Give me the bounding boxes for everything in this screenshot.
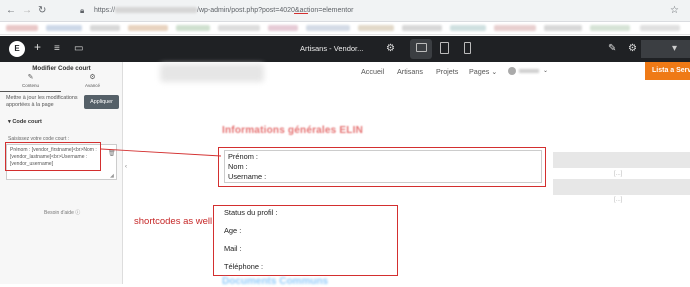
bookmark-blurred[interactable] — [450, 25, 486, 31]
tab-advanced-label: Avancé — [85, 83, 100, 88]
mobile-device-icon[interactable] — [464, 42, 471, 54]
comments-icon[interactable]: ▭ — [74, 42, 83, 56]
bookmark-blurred[interactable] — [358, 25, 394, 31]
nav-link-projets[interactable]: Projets — [436, 67, 458, 76]
url-domain-blurred — [115, 7, 198, 14]
update-notice: Mettre à jour les modifications apportée… — [6, 95, 78, 108]
tab-content-label: Contenu — [21, 83, 39, 88]
field-status: Status du profil : — [224, 208, 278, 217]
url-post-id: 4020 — [279, 7, 295, 14]
back-icon[interactable]: ← — [6, 4, 16, 18]
bookmark-blurred[interactable] — [268, 25, 298, 31]
bookmark-blurred[interactable] — [90, 25, 120, 31]
page-settings-icon[interactable]: ⚙ — [386, 42, 395, 56]
site-logo-blurred[interactable] — [160, 64, 264, 82]
help-link[interactable]: Besoin d'aide ⓘ — [44, 209, 80, 216]
cta-button[interactable]: Lista a Servic — [645, 62, 690, 80]
gear-icon: ⚙ — [89, 74, 96, 81]
address-bar[interactable]: https:///wp-admin/post.php?post=4020&act… — [94, 3, 654, 19]
section-title[interactable]: ▾ Code court — [8, 119, 42, 125]
desktop-device-icon[interactable] — [416, 43, 427, 52]
section-heading: Informations générales ELIN — [222, 125, 363, 136]
placeholder-dots: [...] — [614, 197, 623, 203]
field-username: Username : — [228, 172, 267, 181]
field-mail: Mail : — [224, 244, 242, 253]
url-prefix: https:// — [94, 7, 116, 14]
annotation-highlight-shortcode — [5, 142, 101, 171]
bookmark-blurred[interactable] — [176, 25, 210, 31]
editor-panel: Modifier Code court ✎ Contenu ⚙ Avancé M… — [0, 62, 123, 284]
publish-button[interactable] — [641, 40, 690, 58]
bookmark-blurred[interactable] — [306, 25, 350, 31]
nav-link-pages-label: Pages — [469, 67, 490, 76]
url-path: /wp-admin/post.php?post= — [197, 7, 280, 14]
placeholder-dots: [...] — [614, 171, 623, 177]
edit-icon[interactable]: ✎ — [608, 42, 616, 56]
nav-link-pages[interactable]: Pages ⌄ — [469, 67, 497, 76]
chevron-down-icon[interactable]: ▾ — [672, 42, 677, 56]
help-label: Besoin d'aide — [44, 210, 74, 216]
add-element-icon[interactable]: + — [34, 40, 41, 54]
browser-toolbar: ← → ↻ 🔒︎ https:// /wp-admin/post.php?post… — [0, 0, 690, 22]
avatar[interactable] — [508, 67, 516, 75]
user-name-blurred[interactable] — [519, 69, 539, 73]
panel-tabs: ✎ Contenu ⚙ Avancé — [0, 70, 123, 92]
placeholder-bar — [553, 179, 690, 195]
pencil-icon: ✎ — [27, 74, 34, 81]
bookmark-blurred[interactable] — [544, 25, 582, 31]
placeholder-bar — [553, 152, 690, 168]
elementor-topbar: E + ≡ ▭ Artisans - Vendor... ⚙ ✎ ⚙ ▾ — [0, 36, 690, 62]
tab-advanced[interactable]: ⚙ Avancé — [62, 70, 123, 92]
reload-icon[interactable]: ↻ — [38, 4, 46, 18]
annotation-text: shortcodes as well — [134, 216, 213, 227]
url-post-id-underline — [294, 13, 308, 14]
trash-icon[interactable]: 🗑︎ — [108, 150, 116, 157]
field-telephone: Téléphone : — [224, 262, 264, 271]
question-circle-icon: ⓘ — [75, 210, 81, 216]
bookmark-blurred[interactable] — [402, 25, 442, 31]
bookmark-blurred[interactable] — [218, 25, 260, 31]
bookmark-blurred[interactable] — [46, 25, 82, 31]
nav-link-accueil[interactable]: Accueil — [361, 67, 384, 76]
document-title[interactable]: Artisans - Vendor... — [300, 44, 363, 53]
resize-handle-icon[interactable]: ◢ — [110, 173, 114, 179]
bookmarks-bar — [0, 22, 690, 35]
section-heading-documents: Documents Communs — [222, 276, 329, 287]
structure-icon[interactable]: ≡ — [54, 42, 60, 56]
field-prenom: Prénom : — [228, 152, 258, 161]
settings-icon[interactable]: ⚙ — [628, 42, 637, 56]
tablet-device-icon[interactable] — [440, 42, 449, 54]
tab-content[interactable]: ✎ Contenu — [0, 70, 61, 92]
shortcode-widget-preview[interactable] — [224, 150, 542, 183]
apply-button[interactable]: Appliquer — [84, 95, 119, 109]
bookmark-blurred[interactable] — [640, 25, 680, 31]
star-icon[interactable]: ☆ — [670, 4, 679, 18]
field-age: Age : — [224, 226, 242, 235]
panel-collapse-icon[interactable]: ‹ — [122, 161, 130, 173]
lock-icon: 🔒︎ — [80, 6, 85, 15]
field-nom: Nom : — [228, 162, 248, 171]
forward-icon[interactable]: → — [22, 4, 32, 18]
bookmark-blurred[interactable] — [6, 25, 38, 31]
bookmark-blurred[interactable] — [494, 25, 536, 31]
bookmark-blurred[interactable] — [128, 25, 168, 31]
bookmark-blurred[interactable] — [590, 25, 630, 31]
section-title-label: Code court — [12, 119, 42, 125]
nav-link-artisans[interactable]: Artisans — [397, 67, 423, 76]
chevron-down-icon: ⌄ — [491, 67, 498, 76]
elementor-logo-icon[interactable]: E — [9, 41, 25, 57]
chevron-down-icon[interactable]: ⌄ — [543, 67, 548, 74]
